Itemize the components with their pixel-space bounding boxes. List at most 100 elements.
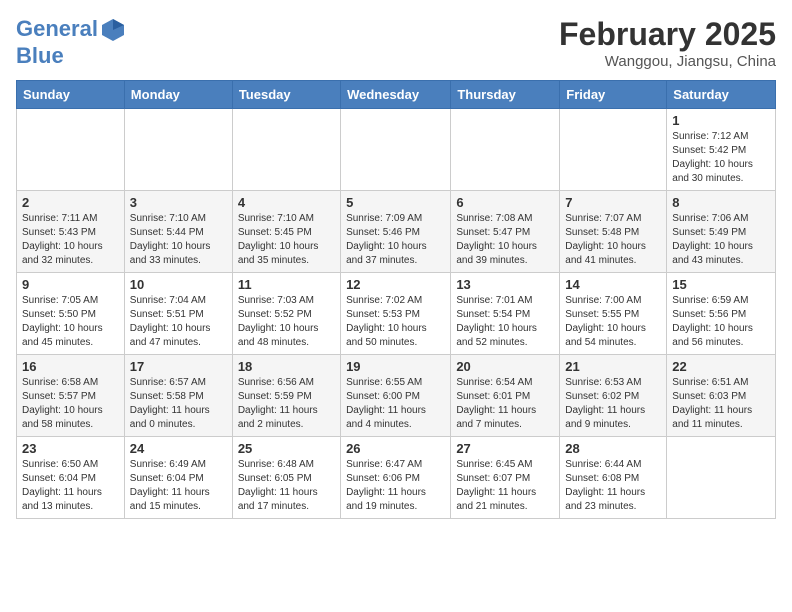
calendar-cell: 26Sunrise: 6:47 AM Sunset: 6:06 PM Dayli… [341,437,451,519]
day-header-sunday: Sunday [17,81,125,109]
day-info: Sunrise: 6:59 AM Sunset: 5:56 PM Dayligh… [672,294,770,350]
day-number: 15 [672,277,770,292]
day-number: 13 [456,277,554,292]
day-info: Sunrise: 7:05 AM Sunset: 5:50 PM Dayligh… [22,294,119,350]
day-number: 20 [456,359,554,374]
day-number: 17 [130,359,227,374]
calendar-cell: 7 Sunrise: 7:07 AM Sunset: 5:48 PM Daylig… [560,191,667,273]
day-number: 5 [346,195,445,210]
calendar-cell: 15 Sunrise: 6:59 AM Sunset: 5:56 PM Dayli… [667,273,776,355]
calendar-cell: 24 Sunrise: 6:49 AM Sunset: 6:04 PM Dayli… [124,437,232,519]
day-header-monday: Monday [124,81,232,109]
day-header-tuesday: Tuesday [232,81,340,109]
day-number: 26 [346,441,445,456]
calendar-header-row: SundayMondayTuesdayWednesdayThursdayFrid… [17,81,776,109]
day-number: 12 [346,277,445,292]
calendar-cell: 20 Sunrise: 6:54 AM Sunset: 6:01 PM Dayli… [451,355,560,437]
day-header-thursday: Thursday [451,81,560,109]
calendar-cell: 5Sunrise: 7:09 AM Sunset: 5:46 PM Daylig… [341,191,451,273]
day-info: Sunrise: 6:54 AM Sunset: 6:01 PM Dayligh… [456,376,554,432]
day-info: Sunrise: 6:48 AM Sunset: 6:05 PM Dayligh… [238,458,335,514]
day-number: 21 [565,359,661,374]
day-number: 18 [238,359,335,374]
calendar-cell: 21 Sunrise: 6:53 AM Sunset: 6:02 PM Dayli… [560,355,667,437]
day-info: Sunrise: 6:58 AM Sunset: 5:57 PM Dayligh… [22,376,119,432]
day-number: 23 [22,441,119,456]
day-number: 24 [130,441,227,456]
day-number: 3 [130,195,227,210]
day-number: 8 [672,195,770,210]
calendar-cell: 10 Sunrise: 7:04 AM Sunset: 5:51 PM Dayli… [124,273,232,355]
calendar-cell: 17 Sunrise: 6:57 AM Sunset: 5:58 PM Dayli… [124,355,232,437]
day-info: Sunrise: 6:53 AM Sunset: 6:02 PM Dayligh… [565,376,661,432]
day-info: Sunrise: 7:01 AM Sunset: 5:54 PM Dayligh… [456,294,554,350]
day-number: 1 [672,113,770,128]
title-block: February 2025 Wanggou, Jiangsu, China [559,16,776,70]
page-header: General Blue February 2025 Wanggou, Jian… [16,16,776,70]
calendar-cell: 25 Sunrise: 6:48 AM Sunset: 6:05 PM Dayli… [232,437,340,519]
day-info: Sunrise: 6:57 AM Sunset: 5:58 PM Dayligh… [130,376,227,432]
calendar-cell: 1 Sunrise: 7:12 AM Sunset: 5:42 PM Daylig… [667,109,776,191]
calendar-week-row: 23 Sunrise: 6:50 AM Sunset: 6:04 PM Dayli… [17,437,776,519]
calendar-cell: 23 Sunrise: 6:50 AM Sunset: 6:04 PM Dayli… [17,437,125,519]
logo-text: General [16,16,126,43]
logo: General Blue [16,16,126,69]
day-info: Sunrise: 6:44 AM Sunset: 6:08 PM Dayligh… [565,458,661,514]
calendar-cell: 16 Sunrise: 6:58 AM Sunset: 5:57 PM Dayli… [17,355,125,437]
day-info: Sunrise: 7:10 AM Sunset: 5:44 PM Dayligh… [130,212,227,268]
day-info: Sunrise: 7:11 AM Sunset: 5:43 PM Dayligh… [22,212,119,268]
calendar-cell [124,109,232,191]
calendar-cell [232,109,340,191]
day-info: Sunrise: 7:12 AM Sunset: 5:42 PM Dayligh… [672,130,770,186]
calendar-cell [560,109,667,191]
day-info: Sunrise: 7:00 AM Sunset: 5:55 PM Dayligh… [565,294,661,350]
calendar-cell: 11Sunrise: 7:03 AM Sunset: 5:52 PM Dayli… [232,273,340,355]
day-info: Sunrise: 6:55 AM Sunset: 6:00 PM Dayligh… [346,376,445,432]
month-title: February 2025 [559,16,776,53]
calendar-cell [341,109,451,191]
calendar-cell: 8Sunrise: 7:06 AM Sunset: 5:49 PM Daylig… [667,191,776,273]
day-info: Sunrise: 6:51 AM Sunset: 6:03 PM Dayligh… [672,376,770,432]
day-info: Sunrise: 6:45 AM Sunset: 6:07 PM Dayligh… [456,458,554,514]
calendar-cell: 18Sunrise: 6:56 AM Sunset: 5:59 PM Dayli… [232,355,340,437]
calendar-cell [451,109,560,191]
day-header-wednesday: Wednesday [341,81,451,109]
day-number: 25 [238,441,335,456]
day-number: 6 [456,195,554,210]
day-number: 10 [130,277,227,292]
calendar-week-row: 16 Sunrise: 6:58 AM Sunset: 5:57 PM Dayli… [17,355,776,437]
day-info: Sunrise: 7:08 AM Sunset: 5:47 PM Dayligh… [456,212,554,268]
calendar-cell: 2 Sunrise: 7:11 AM Sunset: 5:43 PM Daylig… [17,191,125,273]
day-number: 2 [22,195,119,210]
day-number: 22 [672,359,770,374]
calendar-table: SundayMondayTuesdayWednesdayThursdayFrid… [16,80,776,519]
day-number: 11 [238,277,335,292]
day-info: Sunrise: 7:02 AM Sunset: 5:53 PM Dayligh… [346,294,445,350]
calendar-cell: 6 Sunrise: 7:08 AM Sunset: 5:47 PM Daylig… [451,191,560,273]
day-number: 14 [565,277,661,292]
calendar-cell: 14 Sunrise: 7:00 AM Sunset: 5:55 PM Dayli… [560,273,667,355]
calendar-cell: 12 Sunrise: 7:02 AM Sunset: 5:53 PM Dayli… [341,273,451,355]
day-info: Sunrise: 6:49 AM Sunset: 6:04 PM Dayligh… [130,458,227,514]
calendar-cell: 9 Sunrise: 7:05 AM Sunset: 5:50 PM Daylig… [17,273,125,355]
day-number: 19 [346,359,445,374]
calendar-cell: 22 Sunrise: 6:51 AM Sunset: 6:03 PM Dayli… [667,355,776,437]
calendar-cell: 27 Sunrise: 6:45 AM Sunset: 6:07 PM Dayli… [451,437,560,519]
day-info: Sunrise: 6:50 AM Sunset: 6:04 PM Dayligh… [22,458,119,514]
day-number: 16 [22,359,119,374]
day-info: Sunrise: 7:10 AM Sunset: 5:45 PM Dayligh… [238,212,335,268]
calendar-week-row: 1 Sunrise: 7:12 AM Sunset: 5:42 PM Daylig… [17,109,776,191]
calendar-cell: 28Sunrise: 6:44 AM Sunset: 6:08 PM Dayli… [560,437,667,519]
day-number: 27 [456,441,554,456]
calendar-cell [17,109,125,191]
day-info: Sunrise: 7:04 AM Sunset: 5:51 PM Dayligh… [130,294,227,350]
day-number: 7 [565,195,661,210]
calendar-week-row: 9 Sunrise: 7:05 AM Sunset: 5:50 PM Daylig… [17,273,776,355]
day-header-friday: Friday [560,81,667,109]
day-header-saturday: Saturday [667,81,776,109]
logo-line2: Blue [16,43,126,69]
day-number: 9 [22,277,119,292]
calendar-week-row: 2 Sunrise: 7:11 AM Sunset: 5:43 PM Daylig… [17,191,776,273]
day-info: Sunrise: 7:07 AM Sunset: 5:48 PM Dayligh… [565,212,661,268]
calendar-cell: 3 Sunrise: 7:10 AM Sunset: 5:44 PM Daylig… [124,191,232,273]
